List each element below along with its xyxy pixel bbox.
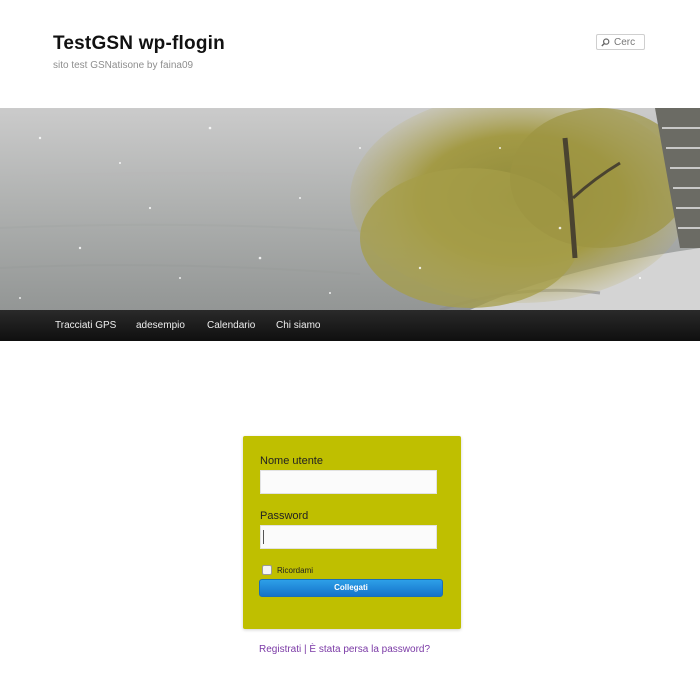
password-field[interactable]: [260, 525, 437, 549]
login-links: Registrati | È stata persa la password?: [259, 644, 430, 655]
lost-password-link[interactable]: È stata persa la password?: [309, 644, 430, 655]
nav-item-chi-siamo[interactable]: Chi siamo: [276, 310, 320, 341]
text-cursor: [263, 530, 264, 544]
login-button[interactable]: Collegati: [259, 579, 443, 597]
remember-me-checkbox[interactable]: [262, 565, 272, 575]
register-link[interactable]: Registrati: [259, 644, 301, 655]
site-tagline: sito test GSNatisone by faina09: [53, 60, 194, 71]
password-label: Password: [260, 510, 309, 522]
main-navigation: Tracciati GPS adesempio Calendario Chi s…: [0, 310, 700, 341]
site-title[interactable]: TestGSN wp-flogin: [53, 33, 225, 55]
search-icon: [601, 37, 610, 46]
username-field[interactable]: [260, 470, 437, 494]
search-box[interactable]: [596, 34, 645, 50]
header-banner-image: [0, 108, 700, 310]
nav-item-tracciati-gps[interactable]: Tracciati GPS: [55, 310, 116, 341]
search-input[interactable]: [610, 36, 644, 48]
nav-item-calendario[interactable]: Calendario: [207, 310, 255, 341]
login-form: Nome utente Password Ricordami Collegati: [243, 436, 461, 629]
site-header: TestGSN wp-flogin sito test GSNatisone b…: [0, 0, 700, 108]
nav-item-adesempio[interactable]: adesempio: [136, 310, 185, 341]
username-label: Nome utente: [260, 455, 323, 467]
remember-me-label: Ricordami: [277, 566, 314, 575]
